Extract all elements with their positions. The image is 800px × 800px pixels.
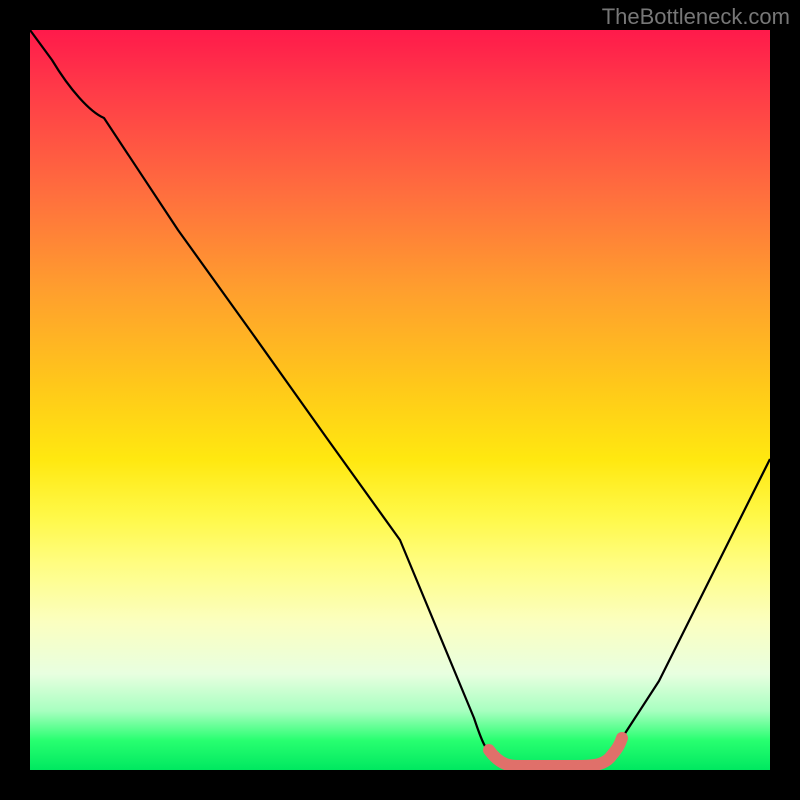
- chart-container: TheBottleneck.com: [0, 0, 800, 800]
- optimal-range-marker-path: [489, 738, 622, 766]
- plot-area: [30, 30, 770, 770]
- curve-svg: [30, 30, 770, 770]
- bottleneck-curve-path: [30, 30, 770, 766]
- watermark-text: TheBottleneck.com: [602, 4, 790, 30]
